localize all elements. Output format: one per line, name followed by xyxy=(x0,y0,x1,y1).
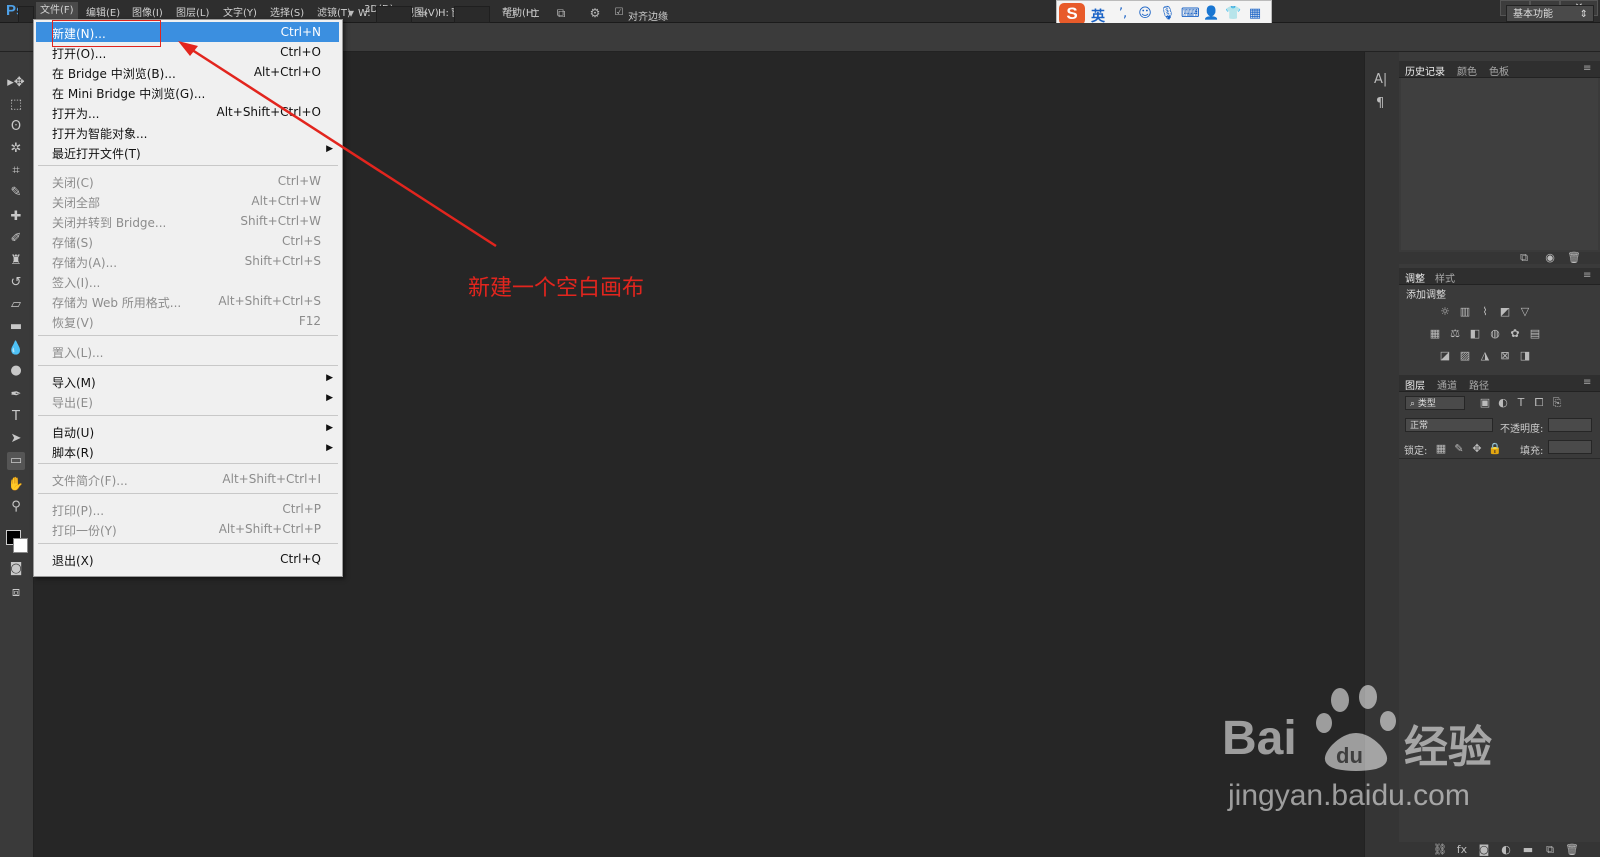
brand-jingyan-text: 经验 xyxy=(1404,722,1492,773)
brand-du-text: du xyxy=(1336,743,1363,768)
baidu-jingyan-watermark: Bai du 经验 jingyan.baidu.com xyxy=(1222,683,1568,853)
brand-bai-text: Bai xyxy=(1222,712,1297,765)
arrow-line xyxy=(185,44,497,248)
baidu-paw-logo-icon xyxy=(1316,685,1396,771)
arrow-head xyxy=(178,41,198,56)
annotation-note: 新建一个空白画布 xyxy=(468,276,645,301)
watermark-url: jingyan.baidu.com xyxy=(1228,779,1470,812)
